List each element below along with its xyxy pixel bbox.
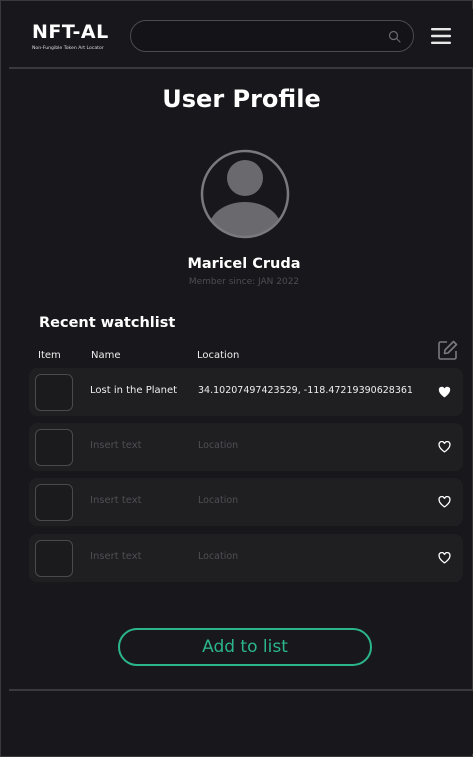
item-thumbnail[interactable] <box>35 484 73 521</box>
item-thumbnail[interactable] <box>35 429 73 466</box>
column-header-location: Location <box>197 350 240 361</box>
item-name: Insert text <box>90 440 142 451</box>
watchlist-title: Recent watchlist <box>39 315 176 331</box>
watchlist-row[interactable]: Insert text Location <box>29 423 463 471</box>
heart-icon[interactable] <box>438 496 451 508</box>
column-header-item: Item <box>38 350 61 361</box>
edit-icon[interactable] <box>437 339 459 361</box>
item-location: 34.10207497423529, -118.47219390628361 <box>198 385 413 396</box>
item-location: Location <box>198 440 239 451</box>
item-name: Lost in the Planet <box>90 385 178 396</box>
avatar-icon <box>200 149 290 239</box>
member-since: Member since: JAN 2022 <box>188 277 300 287</box>
item-location: Location <box>198 551 239 562</box>
user-name: Maricel Cruda <box>187 256 301 272</box>
search-input[interactable] <box>145 27 385 45</box>
heart-icon[interactable] <box>438 441 451 453</box>
menu-icon[interactable] <box>431 28 451 44</box>
app-frame: NFT-AL Non-Fungible Token Art Locator Us… <box>0 0 473 757</box>
add-to-list-button[interactable]: Add to list <box>118 628 372 666</box>
page-title: User Profile <box>162 85 321 113</box>
brand-logo[interactable]: NFT-AL Non-Fungible Token Art Locator <box>32 21 109 51</box>
item-thumbnail[interactable] <box>35 374 73 411</box>
search-icon[interactable] <box>388 30 401 43</box>
item-thumbnail[interactable] <box>35 540 73 577</box>
watchlist-row[interactable]: Lost in the Planet 34.10207497423529, -1… <box>29 368 463 416</box>
watchlist-row[interactable]: Insert text Location <box>29 478 463 526</box>
brand-tagline: Non-Fungible Token Art Locator <box>32 46 104 51</box>
item-name: Insert text <box>90 551 142 562</box>
heart-icon[interactable] <box>438 386 451 398</box>
column-header-name: Name <box>91 350 121 361</box>
item-location: Location <box>198 495 239 506</box>
footer <box>9 689 473 754</box>
header: NFT-AL Non-Fungible Token Art Locator <box>9 9 473 69</box>
brand-name: NFT-AL <box>32 21 109 43</box>
search-bar[interactable] <box>130 20 414 52</box>
item-name: Insert text <box>90 495 142 506</box>
heart-icon[interactable] <box>438 552 451 564</box>
watchlist-row[interactable]: Insert text Location <box>29 534 463 582</box>
